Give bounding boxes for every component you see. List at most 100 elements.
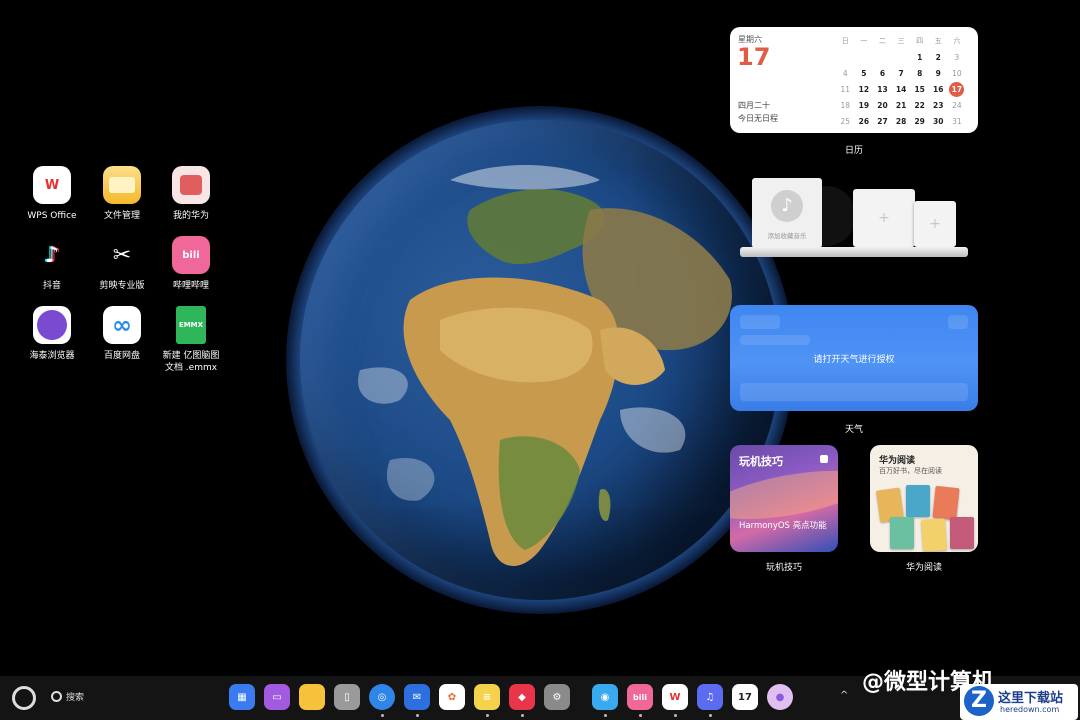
earth-wallpaper <box>286 106 794 614</box>
desktop-icon-my-huawei[interactable]: 我的华为 <box>151 166 231 222</box>
calendar-date-cell[interactable]: 9 <box>929 69 948 78</box>
tips-widget-label: 玩机技巧 <box>765 563 802 573</box>
gallery-icon[interactable]: ✿ <box>439 684 465 710</box>
calendar-date-cell[interactable]: 25 <box>836 117 855 126</box>
calendar-date-cell[interactable]: 13 <box>873 85 892 94</box>
calendar-date-cell[interactable]: 27 <box>873 117 892 126</box>
desktop-icon-haitai-browser[interactable]: 海泰浏览器 <box>12 306 92 362</box>
add-music-album[interactable]: ♪ 添加收藏音乐 <box>752 178 822 248</box>
tray-expand-icon[interactable]: ^ <box>840 690 848 701</box>
running-indicator <box>416 714 419 717</box>
desktop-icon-emmx-file[interactable]: EMMX 新建 亿图脑图 文档 .emmx <box>151 306 231 374</box>
bilibili-icon: bili <box>172 236 210 274</box>
book-cover-icon <box>890 517 914 549</box>
calendar-date-cell[interactable]: 24 <box>948 101 967 110</box>
calendar-date-cell[interactable]: 8 <box>910 69 929 78</box>
desktop-icon-label: 百度网盘 <box>103 351 140 361</box>
running-indicator <box>381 714 384 717</box>
add-music-text: 添加收藏音乐 <box>767 232 807 240</box>
files-icon[interactable] <box>299 684 325 710</box>
reading-subtitle: 百万好书，尽在阅读 <box>879 467 942 475</box>
reading-title: 华为阅读 <box>879 456 916 466</box>
start-button[interactable] <box>12 686 36 710</box>
calendar-header-cell: 三 <box>897 37 905 45</box>
calendar-date-cell[interactable]: 31 <box>948 117 967 126</box>
calendar-week-row: 4 5 6 7 8 9 10 <box>836 65 974 81</box>
settings-icon[interactable]: ⚙ <box>544 684 570 710</box>
desktop-icon-file-manager[interactable]: 文件管理 <box>82 166 162 222</box>
wps-icon[interactable]: W <box>662 684 688 710</box>
calendar-no-event: 今日无日程 <box>738 114 778 123</box>
site-name: 这里下载站 <box>998 691 1064 706</box>
calendar-widget[interactable]: 星期六 17 四月二十 今日无日程 日 一 二 三 四 五 六 1 2 3 4 … <box>730 27 978 133</box>
running-indicator <box>486 714 489 717</box>
calendar-date-cell[interactable]: 18 <box>836 101 855 110</box>
calendar-date-cell[interactable]: 16 <box>929 85 948 94</box>
desktop-icon-bilibili[interactable]: bili 哔哩哔哩 <box>151 236 231 292</box>
desktop-icon-wps[interactable]: W WPS Office <box>12 166 92 222</box>
desktop-icon-label: 文件管理 <box>103 211 140 221</box>
calendar-date-cell[interactable]: 5 <box>855 69 874 78</box>
calendar-date-cell[interactable]: 12 <box>855 85 874 94</box>
appgallery-icon[interactable]: ◆ <box>509 684 535 710</box>
plus-icon: + <box>929 216 941 232</box>
browser-icon[interactable]: ◎ <box>369 684 395 710</box>
reading-widget[interactable]: 华为阅读 百万好书，尽在阅读 <box>870 445 978 552</box>
desktop-icon-label: 新建 亿图脑图 文档 .emmx <box>162 351 220 373</box>
weather-auth-message: 请打开天气进行授权 <box>813 355 895 365</box>
tips-subtitle: HarmonyOS 亮点功能 <box>739 521 827 531</box>
mail-icon[interactable]: ✉ <box>404 684 430 710</box>
weather-widget[interactable]: 请打开天气进行授权 <box>730 305 978 411</box>
calendar-date-cell[interactable]: 2 <box>929 53 948 62</box>
music-slot-1[interactable]: + <box>853 189 915 247</box>
calendar-date-cell[interactable]: 29 <box>910 117 929 126</box>
calendar-date-cell[interactable]: 26 <box>855 117 874 126</box>
reading-widget-label: 华为阅读 <box>905 563 942 573</box>
calendar-date-cell[interactable]: 23 <box>929 101 948 110</box>
search-icon[interactable] <box>51 691 62 702</box>
tips-widget[interactable]: 玩机技巧 HarmonyOS 亮点功能 <box>730 445 838 552</box>
calendar-date-cell[interactable]: 6 <box>873 69 892 78</box>
desktop-icon-douyin[interactable]: ♪ 抖音 <box>12 236 92 292</box>
weather-widget-label: 天气 <box>844 425 863 435</box>
calendar-date-cell[interactable]: 4 <box>836 69 855 78</box>
calendar-date-cell[interactable]: 20 <box>873 101 892 110</box>
multitask-icon[interactable]: ▭ <box>264 684 290 710</box>
music-icon[interactable]: ♫ <box>697 684 723 710</box>
calendar-date-cell[interactable]: 1 <box>910 53 929 62</box>
calendar-header-cell: 二 <box>878 37 886 45</box>
desktop-icon-baidu-netdisk[interactable]: ∞ 百度网盘 <box>82 306 162 362</box>
calendar-week-row: 1 2 3 <box>836 49 974 65</box>
music-slot-2[interactable]: + <box>914 201 956 247</box>
tips-title: 玩机技巧 <box>739 455 783 468</box>
calendar-date-cell[interactable]: 15 <box>910 85 929 94</box>
running-indicator <box>709 714 712 717</box>
calendar-date-cell[interactable]: 7 <box>892 69 911 78</box>
bilibili-icon[interactable]: bili <box>627 684 653 710</box>
calendar-icon[interactable]: 17 <box>732 684 758 710</box>
app-center-icon[interactable]: ▦ <box>229 684 255 710</box>
running-indicator <box>674 714 677 717</box>
calendar-date-cell[interactable]: 30 <box>929 117 948 126</box>
book-cover-icon <box>950 517 974 549</box>
desktop-icon-capcut[interactable]: ✂ 剪映专业版 <box>82 236 162 292</box>
calendar-date-cell[interactable]: 14 <box>892 85 911 94</box>
calendar-date-cell[interactable]: 3 <box>948 53 967 62</box>
calendar-date-cell[interactable]: 10 <box>948 69 967 78</box>
calendar-date-cell[interactable]: 21 <box>892 101 911 110</box>
huawei-share-icon[interactable]: ◉ <box>592 684 618 710</box>
search-label[interactable]: 搜索 <box>66 690 84 703</box>
calendar-date-cell[interactable]: 11 <box>836 85 855 94</box>
calendar-today-cell[interactable]: 17 <box>948 81 967 97</box>
tips-badge-icon <box>820 455 828 463</box>
trash-icon[interactable]: ▯ <box>334 684 360 710</box>
calendar-date-cell[interactable]: 19 <box>855 101 874 110</box>
running-indicator <box>639 714 642 717</box>
assistant-icon[interactable]: ● <box>767 684 793 710</box>
wps-icon: W <box>33 166 71 204</box>
calendar-date-cell[interactable]: 28 <box>892 117 911 126</box>
calendar-date-cell[interactable]: 22 <box>910 101 929 110</box>
douyin-icon: ♪ <box>33 236 71 274</box>
notes-icon[interactable]: ≡ <box>474 684 500 710</box>
huawei-gift-icon <box>172 166 210 204</box>
